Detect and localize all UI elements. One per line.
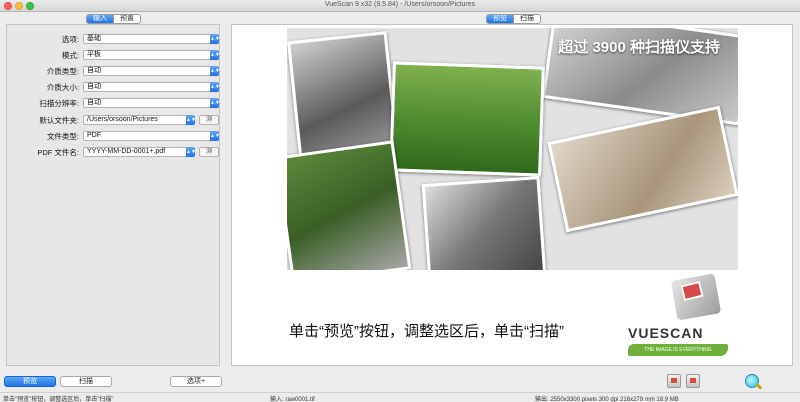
welcome-collage: 超过 3900 种扫描仪支持 — [287, 28, 738, 270]
setting-row-pdf-filename: PDF 文件名: YYYY-MM-DD-0001+.pdf ▲▼ 浏 — [7, 146, 219, 158]
boys-photo — [421, 176, 547, 270]
scan-button[interactable]: 扫描 — [60, 376, 112, 387]
setting-label: PDF 文件名: — [37, 148, 79, 157]
scanner-icon[interactable] — [686, 374, 700, 388]
setting-label: 选项: — [61, 35, 79, 44]
setting-row-resolution: 扫描分辨率: 自动 ▲▼ — [7, 97, 220, 109]
chevron-updown-icon: ▲▼ — [210, 50, 220, 60]
preview-button[interactable]: 预览 — [4, 376, 56, 387]
chevron-updown-icon: ▲▼ — [210, 98, 220, 108]
chevron-updown-icon: ▲▼ — [186, 147, 196, 157]
status-bar: 单击"预览"按钮，调整选区后，单击"扫描" 输入: raw0001.tif 输出… — [0, 392, 800, 402]
setting-row-options: 选项: 基础 ▲▼ — [7, 33, 220, 45]
browse-folder-button[interactable]: 浏 — [199, 115, 219, 125]
setting-label: 介质大小: — [46, 83, 79, 92]
kids-photo — [389, 61, 545, 177]
title-bar: VueScan 9 x32 (9.5.84) - /Users/orsoon/P… — [0, 0, 800, 12]
chevron-updown-icon: ▲▼ — [186, 115, 196, 125]
window-title: VueScan 9 x32 (9.5.84) - /Users/orsoon/P… — [324, 1, 476, 8]
status-input: 输入: raw0001.tif — [270, 397, 315, 402]
setting-row-mode: 模式: 平板 ▲▼ — [7, 49, 220, 61]
setting-row-media-type: 介质类型: 自动 ▲▼ — [7, 65, 220, 77]
mode-select[interactable]: 平板 ▲▼ — [83, 50, 220, 60]
setting-row-default-folder: 默认文件夹: /Users/orsoon/Pictures ▲▼ 浏 — [7, 114, 219, 126]
setting-row-file-type: 文件类型: PDF ▲▼ — [7, 130, 220, 142]
chevron-updown-icon: ▲▼ — [210, 82, 220, 92]
status-hint: 单击"预览"按钮，调整选区后，单击"扫描" — [3, 397, 114, 402]
chevron-updown-icon: ▲▼ — [210, 131, 220, 141]
logo-wordmark: VUESCAN — [628, 325, 704, 341]
pdf-filename-select[interactable]: YYYY-MM-DD-0001+.pdf ▲▼ — [83, 147, 196, 157]
preview-area[interactable]: 超过 3900 种扫描仪支持 单击“预览”按钮，调整选区后，单击“扫描” VUE… — [231, 24, 793, 366]
setting-label: 模式: — [61, 51, 79, 60]
media-type-select[interactable]: 自动 ▲▼ — [83, 66, 220, 76]
logo-tagline: THE IMAGE IS EVERYTHING — [628, 344, 728, 356]
scanner-count-banner: 超过 3900 种扫描仪支持 — [558, 39, 720, 56]
setting-label: 默认文件夹: — [39, 116, 79, 125]
settings-panel: 选项: 基础 ▲▼ 模式: 平板 ▲▼ 介质类型: 自动 ▲▼ 介质大小: 自动 ▲▼ … — [6, 24, 220, 366]
dog-photo — [287, 140, 412, 270]
options-plus-button[interactable]: 选项+ — [170, 376, 222, 387]
preview-tabs: 预览 扫描 — [486, 14, 541, 24]
setting-row-media-size: 介质大小: 自动 ▲▼ — [7, 81, 220, 93]
resolution-select[interactable]: 自动 ▲▼ — [83, 98, 220, 108]
scanner-icon[interactable] — [667, 374, 681, 388]
browse-pdf-button[interactable]: 浏 — [199, 147, 219, 157]
chevron-updown-icon: ▲▼ — [210, 34, 220, 44]
vuescan-logo: VUESCAN THE IMAGE IS EVERYTHING — [626, 273, 738, 363]
instruction-text: 单击“预览”按钮，调整选区后，单击“扫描” — [289, 323, 564, 340]
zoom-in-icon[interactable] — [745, 374, 759, 388]
setting-label: 扫描分辨率: — [39, 99, 79, 108]
eiffel-photo — [547, 105, 738, 233]
chevron-updown-icon: ▲▼ — [210, 66, 220, 76]
tab-preview[interactable]: 预览 — [487, 15, 513, 23]
tab-scan[interactable]: 扫描 — [513, 15, 540, 23]
options-select[interactable]: 基础 ▲▼ — [83, 34, 220, 44]
tab-input[interactable]: 输入 — [87, 15, 113, 23]
setting-label: 介质类型: — [46, 67, 79, 76]
setting-label: 文件类型: — [46, 132, 79, 141]
tab-presets[interactable]: 预置 — [113, 15, 140, 23]
file-type-select[interactable]: PDF ▲▼ — [83, 131, 220, 141]
media-size-select[interactable]: 自动 ▲▼ — [83, 82, 220, 92]
status-output: 输出: 2550x3300 pixels 300 dpi 216x279 mm … — [535, 397, 679, 402]
left-tabs: 输入 预置 — [86, 14, 141, 24]
default-folder-select[interactable]: /Users/orsoon/Pictures ▲▼ — [83, 115, 196, 125]
